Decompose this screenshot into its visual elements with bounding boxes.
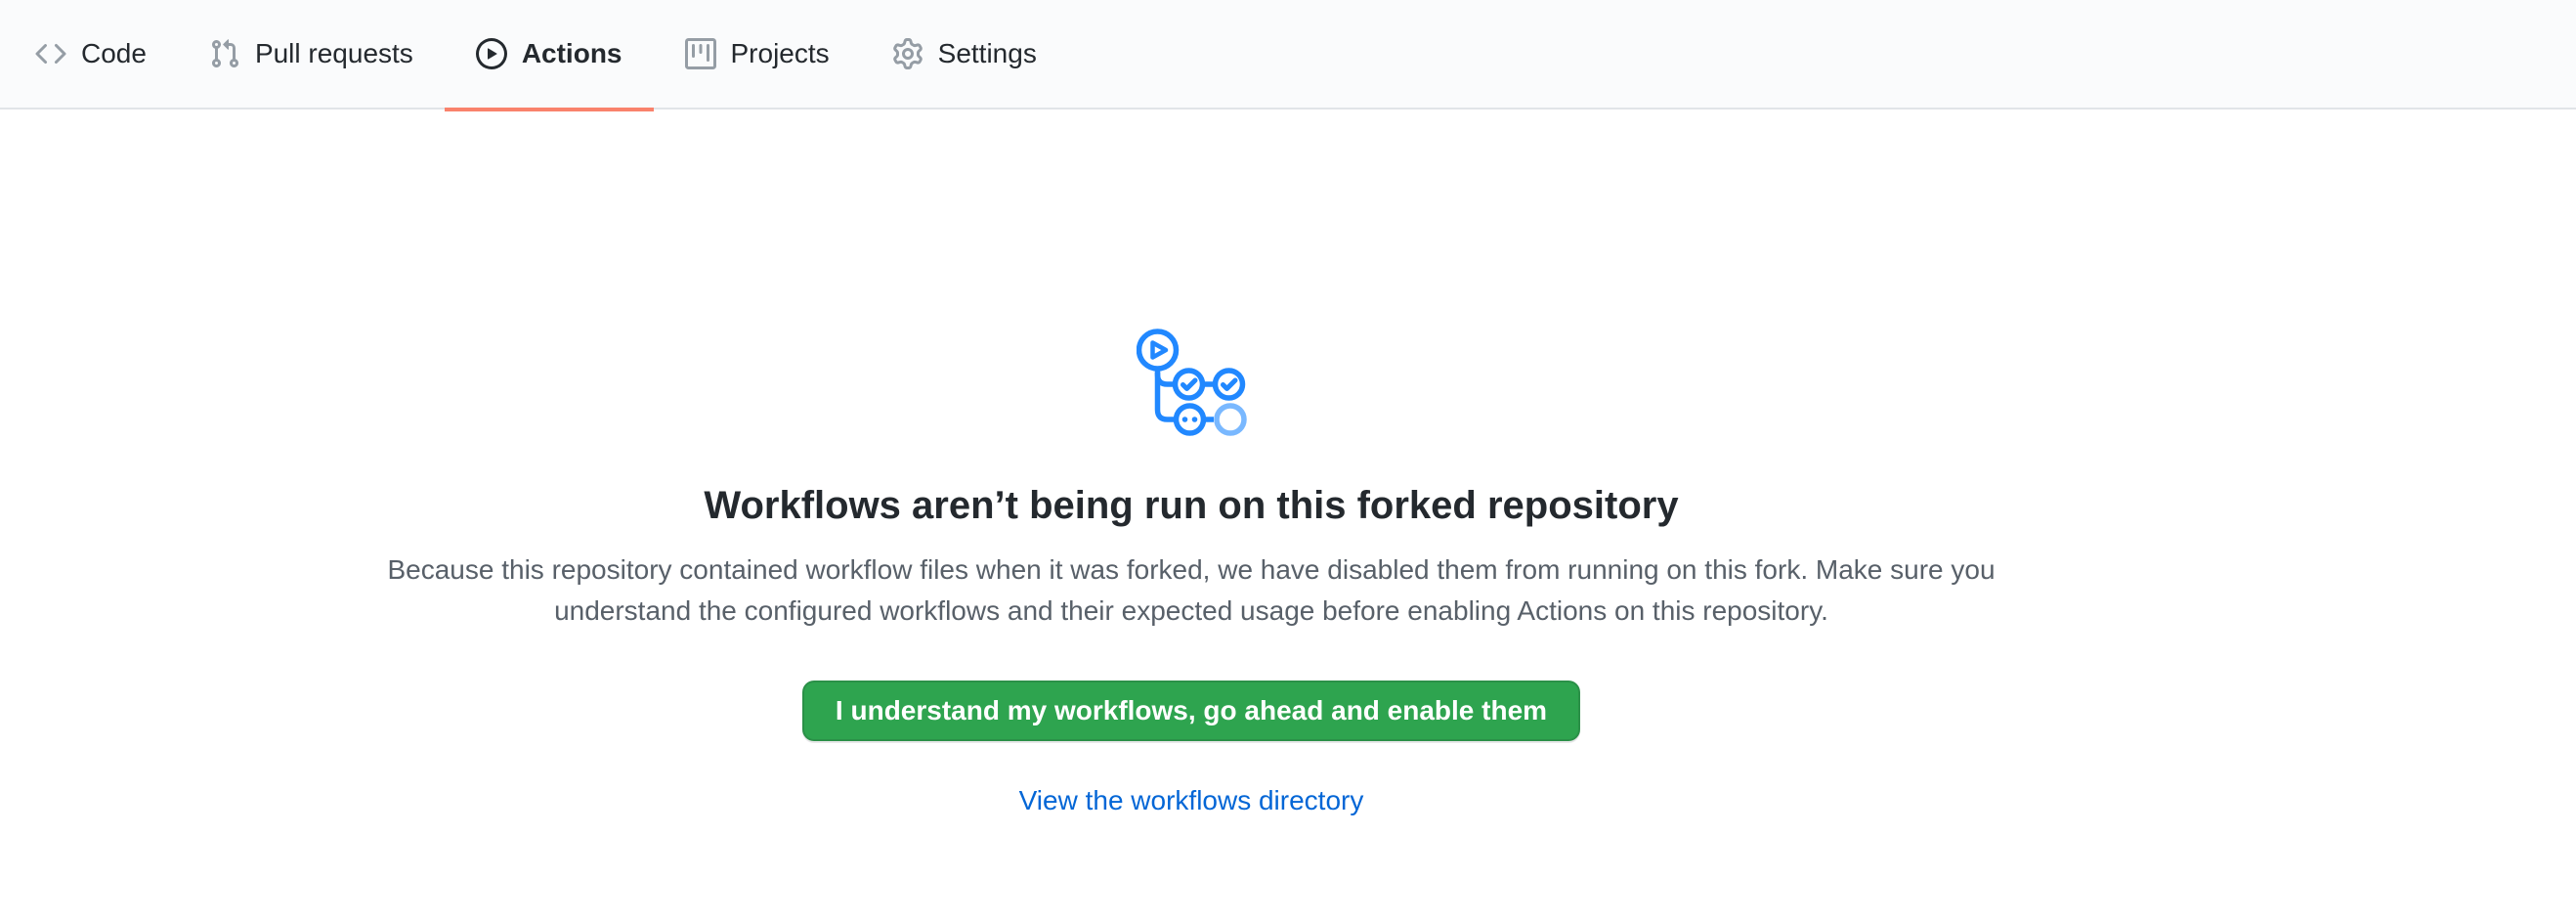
code-icon bbox=[35, 38, 66, 69]
play-circle-icon bbox=[476, 38, 507, 69]
tab-settings[interactable]: Settings bbox=[861, 0, 1068, 108]
blankslate-title: Workflows aren’t being run on this forke… bbox=[704, 481, 1678, 530]
tab-code-label: Code bbox=[81, 40, 147, 67]
tab-code[interactable]: Code bbox=[4, 0, 178, 108]
tab-actions-label: Actions bbox=[522, 40, 623, 67]
tab-settings-label: Settings bbox=[938, 40, 1037, 67]
view-workflows-directory-link[interactable]: View the workflows directory bbox=[1019, 780, 1364, 821]
enable-workflows-button[interactable]: I understand my workflows, go ahead and … bbox=[802, 681, 1580, 741]
blankslate-description: Because this repository contained workfl… bbox=[370, 549, 2012, 632]
gear-icon bbox=[892, 38, 923, 69]
repo-tab-nav: Code Pull requests Actions Projects Sett… bbox=[0, 0, 2576, 110]
tab-pull-requests[interactable]: Pull requests bbox=[178, 0, 445, 108]
tab-pull-requests-label: Pull requests bbox=[255, 40, 413, 67]
workflow-graph-icon bbox=[1137, 329, 1247, 436]
tab-projects[interactable]: Projects bbox=[654, 0, 861, 108]
tab-actions[interactable]: Actions bbox=[445, 0, 654, 108]
tab-projects-label: Projects bbox=[731, 40, 830, 67]
project-board-icon bbox=[685, 38, 716, 69]
actions-blankslate: Workflows aren’t being run on this forke… bbox=[0, 110, 2383, 821]
git-pull-request-icon bbox=[209, 38, 240, 69]
